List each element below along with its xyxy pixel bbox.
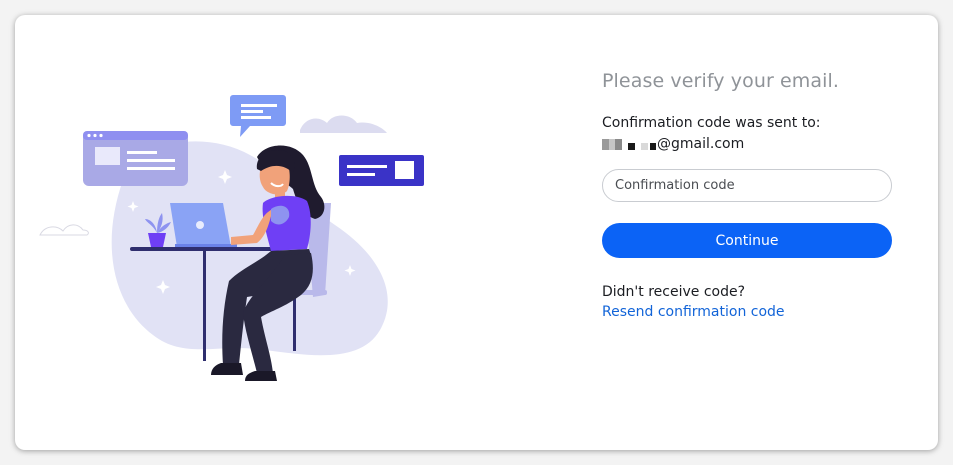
verify-email-card: Please verify your email. Confirmation c… (15, 15, 938, 450)
confirmation-code-input[interactable] (602, 169, 892, 202)
email-address: @gmail.com (602, 136, 894, 152)
page-title: Please verify your email. (602, 70, 840, 92)
didnt-receive-code-text: Didn't receive code? (602, 284, 746, 300)
code-sent-label: Confirmation code was sent to: (602, 115, 821, 131)
redacted-email-prefix (602, 138, 656, 150)
resend-confirmation-code-link[interactable]: Resend confirmation code (602, 304, 785, 320)
continue-button[interactable]: Continue (602, 223, 892, 258)
email-suffix: @gmail.com (657, 136, 745, 152)
verify-form: Please verify your email. Confirmation c… (602, 70, 894, 321)
woman-at-laptop-illustration (35, 85, 455, 405)
illustration-icon (39, 95, 424, 381)
